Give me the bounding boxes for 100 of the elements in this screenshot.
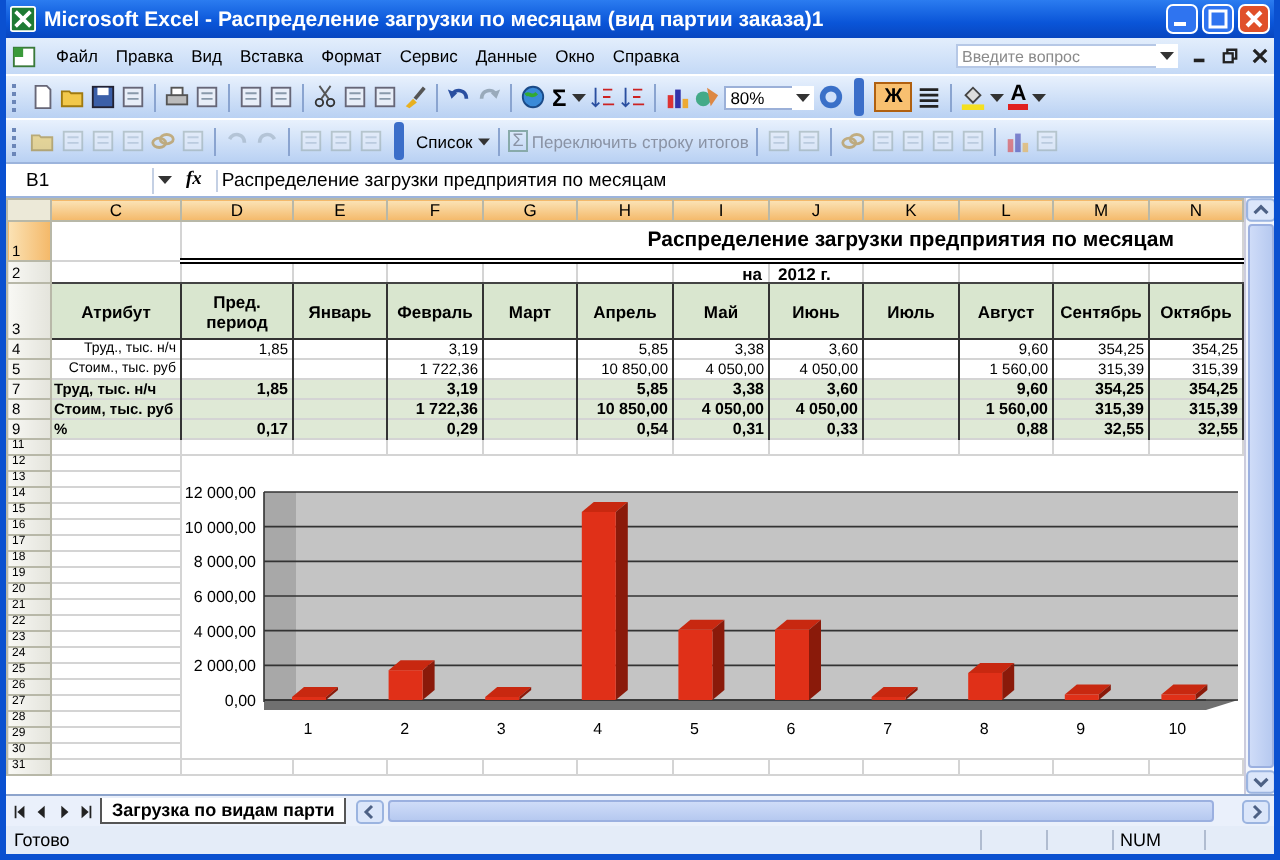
restore-icon[interactable] bbox=[1222, 48, 1238, 64]
caret-icon[interactable] bbox=[990, 93, 1005, 101]
column-header[interactable]: N bbox=[1149, 199, 1243, 221]
table-cell: 1 722,36 bbox=[415, 399, 478, 417]
scroll-right-button[interactable] bbox=[1242, 799, 1270, 823]
bar bbox=[388, 670, 423, 700]
axis-label: 7 bbox=[883, 720, 893, 738]
table-cell: Июль bbox=[887, 301, 935, 321]
sheet-tab[interactable]: Загрузка по видам парти bbox=[100, 798, 347, 824]
maximize-button[interactable] bbox=[1202, 4, 1234, 34]
axis-label: 10 bbox=[1168, 720, 1187, 738]
axis-label: 9 bbox=[1076, 720, 1086, 738]
bar bbox=[678, 629, 713, 700]
axis-label: 4 000,00 bbox=[193, 622, 256, 641]
column-header[interactable]: H bbox=[577, 199, 673, 221]
table-cell: 0,33 bbox=[826, 419, 858, 437]
fill-color-icon[interactable] bbox=[960, 84, 987, 110]
help-search-field[interactable]: Введите вопрос bbox=[956, 44, 1156, 68]
axis-label: 8 000,00 bbox=[193, 553, 256, 572]
column-header[interactable]: L bbox=[959, 199, 1053, 221]
table-cell: 354,25 bbox=[1189, 379, 1238, 397]
table-cell: 32,55 bbox=[1103, 419, 1144, 437]
table-cell: 315,39 bbox=[1095, 399, 1144, 417]
bar-chart-icon[interactable] bbox=[664, 84, 691, 110]
sheet-title: Распределение загрузки предприятия по месяцам bbox=[647, 228, 1174, 252]
list-button[interactable]: Список bbox=[414, 131, 475, 151]
align-icon[interactable] bbox=[916, 84, 943, 110]
menu-item[interactable]: Формат bbox=[321, 46, 382, 66]
menu-item[interactable]: Сервис bbox=[399, 46, 458, 66]
workbook-icon[interactable] bbox=[12, 43, 38, 69]
caret-icon[interactable] bbox=[158, 176, 172, 184]
sort-ascending-icon[interactable] bbox=[590, 84, 617, 110]
dropdown-icon[interactable] bbox=[792, 85, 815, 109]
num-lock-indicator: NUM bbox=[1112, 830, 1200, 850]
table-cell: Март bbox=[508, 301, 552, 321]
axis-label: 6 bbox=[786, 720, 796, 738]
table-cell: 0,88 bbox=[1016, 419, 1048, 437]
toolbar-grip[interactable] bbox=[12, 83, 22, 111]
column-header[interactable]: E bbox=[293, 199, 387, 221]
insert-function-button[interactable]: fx bbox=[180, 170, 208, 190]
close-button[interactable] bbox=[1238, 4, 1270, 34]
axis-label: 12 000,00 bbox=[184, 484, 256, 502]
scroll-left-button[interactable] bbox=[356, 799, 385, 823]
menu-item[interactable]: Правка bbox=[115, 46, 174, 66]
scroll-down-button[interactable] bbox=[1246, 770, 1274, 794]
menu-item[interactable]: Справка bbox=[612, 46, 680, 66]
axis-label: 0,00 bbox=[224, 692, 256, 710]
dropdown-icon[interactable] bbox=[1156, 44, 1178, 68]
first-sheet-icon[interactable] bbox=[12, 803, 28, 819]
column-header[interactable]: G bbox=[483, 199, 577, 221]
axis-label: 5 bbox=[689, 720, 699, 738]
scrollbar-thumb[interactable] bbox=[388, 800, 1214, 822]
menu-item[interactable]: Данные bbox=[475, 46, 538, 66]
menu-item[interactable]: Вставка bbox=[240, 46, 304, 66]
scissors-icon[interactable] bbox=[312, 84, 338, 110]
column-header[interactable]: C bbox=[51, 199, 181, 221]
column-header[interactable]: M bbox=[1053, 199, 1149, 221]
axis-label: 4 bbox=[593, 720, 603, 738]
bar bbox=[1064, 694, 1099, 700]
caret-icon[interactable] bbox=[478, 137, 491, 145]
save-icon[interactable] bbox=[90, 84, 116, 110]
autosum-button[interactable]: Σ bbox=[550, 83, 569, 111]
printer-icon[interactable] bbox=[164, 84, 190, 110]
column-header[interactable]: I bbox=[673, 199, 769, 221]
table-cell: Июнь bbox=[792, 301, 840, 321]
table-cell: 0,29 bbox=[446, 419, 478, 437]
column-header[interactable]: K bbox=[863, 199, 959, 221]
name-box[interactable]: B1 bbox=[6, 167, 154, 193]
formula-field[interactable]: Распределение загрузки предприятия по месяцам bbox=[215, 169, 667, 191]
axis-label: 2 bbox=[400, 720, 410, 738]
toolbar-handle[interactable] bbox=[394, 122, 404, 160]
toolbar-handle[interactable] bbox=[854, 78, 865, 116]
zoom-field[interactable]: 80% bbox=[724, 85, 793, 109]
close-icon[interactable] bbox=[1252, 48, 1268, 64]
column-header[interactable]: F bbox=[387, 199, 483, 221]
menu-item[interactable]: Вид bbox=[191, 46, 223, 66]
new-document-icon[interactable] bbox=[30, 84, 56, 110]
caret-icon[interactable] bbox=[1032, 93, 1047, 101]
globe-icon[interactable] bbox=[520, 84, 546, 110]
axis-label: 6 000,00 bbox=[193, 588, 256, 606]
last-sheet-icon[interactable] bbox=[78, 803, 94, 819]
menu-item[interactable]: Окно bbox=[555, 46, 595, 66]
caret-icon[interactable] bbox=[572, 93, 587, 101]
minimize-button[interactable] bbox=[1166, 4, 1198, 34]
bold-button[interactable]: Ж bbox=[874, 82, 913, 112]
scroll-up-button[interactable] bbox=[1246, 198, 1274, 222]
previous-sheet-icon[interactable] bbox=[34, 803, 50, 819]
toolbar-grip[interactable] bbox=[12, 127, 22, 155]
font-color-button[interactable]: A bbox=[1008, 84, 1029, 110]
table-cell: 3,19 bbox=[446, 379, 478, 397]
column-header[interactable]: J bbox=[769, 199, 863, 221]
next-sheet-icon[interactable] bbox=[56, 803, 72, 819]
help-icon[interactable] bbox=[818, 84, 845, 110]
sort-descending-icon[interactable] bbox=[620, 84, 647, 110]
table-cell: на bbox=[742, 263, 762, 283]
table-cell: 4 050,00 bbox=[701, 399, 764, 417]
column-header[interactable]: D bbox=[181, 199, 293, 221]
brush-icon[interactable] bbox=[402, 84, 428, 110]
scrollbar-thumb[interactable] bbox=[1248, 224, 1274, 768]
menu-item[interactable]: Файл bbox=[56, 46, 98, 66]
